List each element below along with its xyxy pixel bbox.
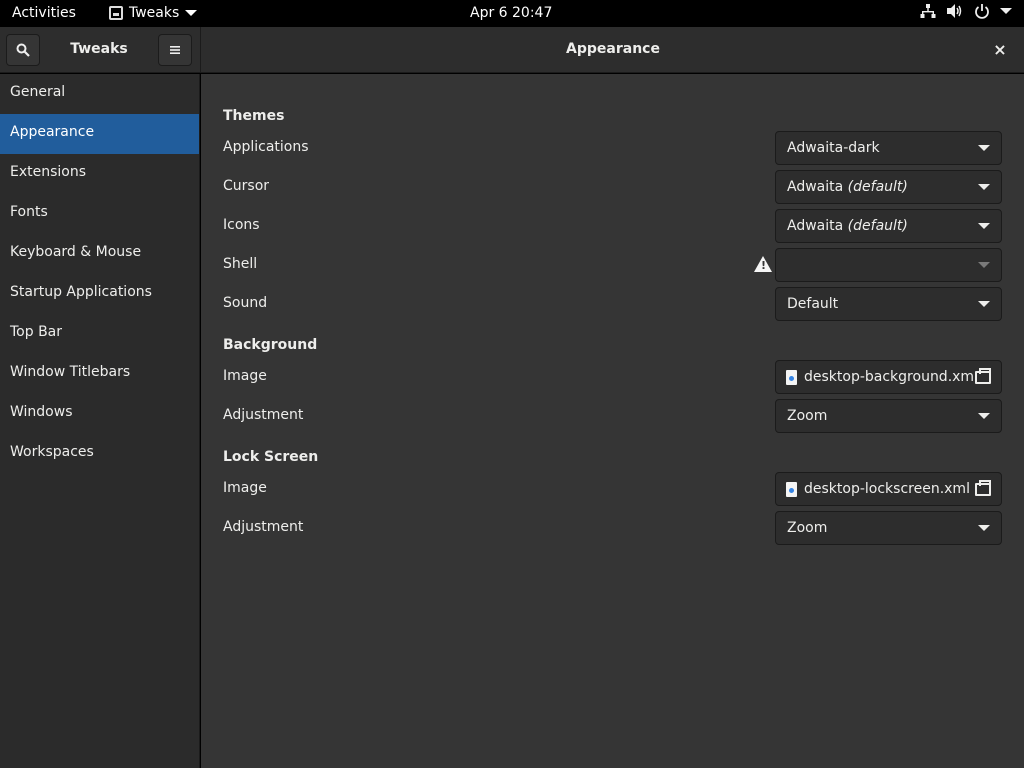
sidebar: General Appearance Extensions Fonts Keyb… [0,74,200,768]
applications-theme-value: Adwaita-dark [787,140,880,156]
shell-label: Shell [223,256,258,272]
icons-theme-value: Adwaita (default) [787,218,908,234]
search-button[interactable] [6,34,40,66]
network-icon [920,4,936,18]
chevron-down-icon [978,413,990,419]
open-document-icon [975,479,991,496]
cursor-theme-value: Adwaita (default) [787,179,908,195]
lock-screen-adjustment-label: Adjustment [223,519,304,535]
close-button[interactable]: × [990,41,1010,61]
sound-theme-dropdown[interactable]: Default [775,287,1002,321]
clock[interactable]: Apr 6 20:47 [470,5,552,21]
background-adjustment-dropdown[interactable]: Zoom [775,399,1002,433]
file-icon [786,481,797,497]
open-document-icon [975,367,991,384]
app-menu-label: Tweaks [129,5,180,21]
background-heading: Background [223,337,318,353]
lock-screen-adjustment-dropdown[interactable]: Zoom [775,511,1002,545]
menu-button[interactable] [158,34,192,66]
volume-icon [947,4,962,18]
header-bar: Tweaks Appearance × [0,27,1024,73]
sidebar-title: Tweaks [70,41,128,57]
shell-theme-dropdown[interactable] [775,248,1002,282]
chevron-down-icon [1000,8,1012,14]
sidebar-item-keyboard-mouse[interactable]: Keyboard & Mouse [0,234,199,274]
activities-button[interactable]: Activities [12,5,76,21]
cursor-theme-dropdown[interactable]: Adwaita (default) [775,170,1002,204]
chevron-down-icon [978,301,990,307]
chevron-down-icon [978,223,990,229]
chevron-down-icon [185,10,198,16]
sidebar-item-top-bar[interactable]: Top Bar [0,314,199,354]
applications-label: Applications [223,139,309,155]
top-bar: Activities Tweaks Apr 6 20:47 [0,0,1024,27]
sidebar-header: Tweaks [0,27,201,73]
sidebar-item-general[interactable]: General [0,74,199,114]
system-status-area[interactable] [920,3,1012,19]
sidebar-item-workspaces[interactable]: Workspaces [0,434,199,474]
sidebar-item-appearance[interactable]: Appearance [0,114,199,154]
appearance-panel: Themes Applications Adwaita-dark Cursor … [201,74,1024,768]
file-icon [786,369,797,385]
page-title: Appearance [566,41,660,57]
sound-theme-value: Default [787,296,839,312]
chevron-down-icon [978,525,990,531]
tweaks-app-icon [109,6,123,20]
background-image-label: Image [223,368,267,384]
sidebar-item-startup-applications[interactable]: Startup Applications [0,274,199,314]
sound-label: Sound [223,295,268,311]
search-icon [16,43,30,57]
background-adjustment-value: Zoom [787,408,828,424]
cursor-label: Cursor [223,178,270,194]
chevron-down-icon [978,184,990,190]
lock-screen-image-filename: desktop-lockscreen.xml [804,481,970,497]
sidebar-item-fonts[interactable]: Fonts [0,194,199,234]
applications-theme-dropdown[interactable]: Adwaita-dark [775,131,1002,165]
background-image-filename: desktop-background.xml [804,369,975,385]
sidebar-item-windows[interactable]: Windows [0,394,199,434]
sidebar-item-window-titlebars[interactable]: Window Titlebars [0,354,199,394]
themes-heading: Themes [223,108,285,124]
lock-screen-image-label: Image [223,480,267,496]
background-adjustment-label: Adjustment [223,407,304,423]
lock-screen-image-chooser[interactable]: desktop-lockscreen.xml [775,472,1002,506]
lock-screen-heading: Lock Screen [223,449,319,465]
chevron-down-icon [978,262,990,268]
background-image-chooser[interactable]: desktop-background.xml [775,360,1002,394]
lock-screen-adjustment-value: Zoom [787,520,828,536]
icons-theme-dropdown[interactable]: Adwaita (default) [775,209,1002,243]
icons-label: Icons [223,217,260,233]
warning-icon: ! [754,256,772,272]
hamburger-icon [170,46,180,54]
chevron-down-icon [978,145,990,151]
app-menu[interactable]: Tweaks [109,5,198,21]
power-icon [975,4,989,19]
sidebar-item-extensions[interactable]: Extensions [0,154,199,194]
